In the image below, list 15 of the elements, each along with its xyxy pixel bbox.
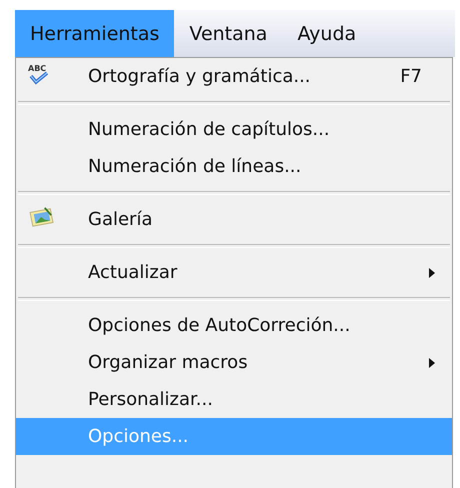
gallery-icon [28, 206, 56, 228]
menu-item[interactable]: Galería [16, 201, 452, 238]
menu-item[interactable]: Actualizar [16, 254, 452, 291]
shortcut-label: F7 [400, 66, 423, 87]
menu-bar-item[interactable]: Ayuda [282, 10, 372, 57]
menu-item[interactable]: Personalizar... [16, 381, 452, 418]
submenu-arrow-icon [428, 266, 436, 278]
menu-bar-item[interactable]: Herramientas [15, 10, 174, 57]
menu-bar-item[interactable]: Ventana [174, 10, 282, 57]
menu-item[interactable]: Numeración de líneas... [16, 148, 452, 185]
menu-item[interactable]: Numeración de capítulos... [16, 111, 452, 148]
menu-item[interactable]: Organizar macros [16, 344, 452, 381]
menu-item[interactable]: Opciones de AutoCorreción... [16, 307, 452, 344]
menu-item[interactable]: ABC Ortografía y gramática... F7 [16, 58, 452, 95]
submenu-arrow-icon [428, 356, 436, 368]
